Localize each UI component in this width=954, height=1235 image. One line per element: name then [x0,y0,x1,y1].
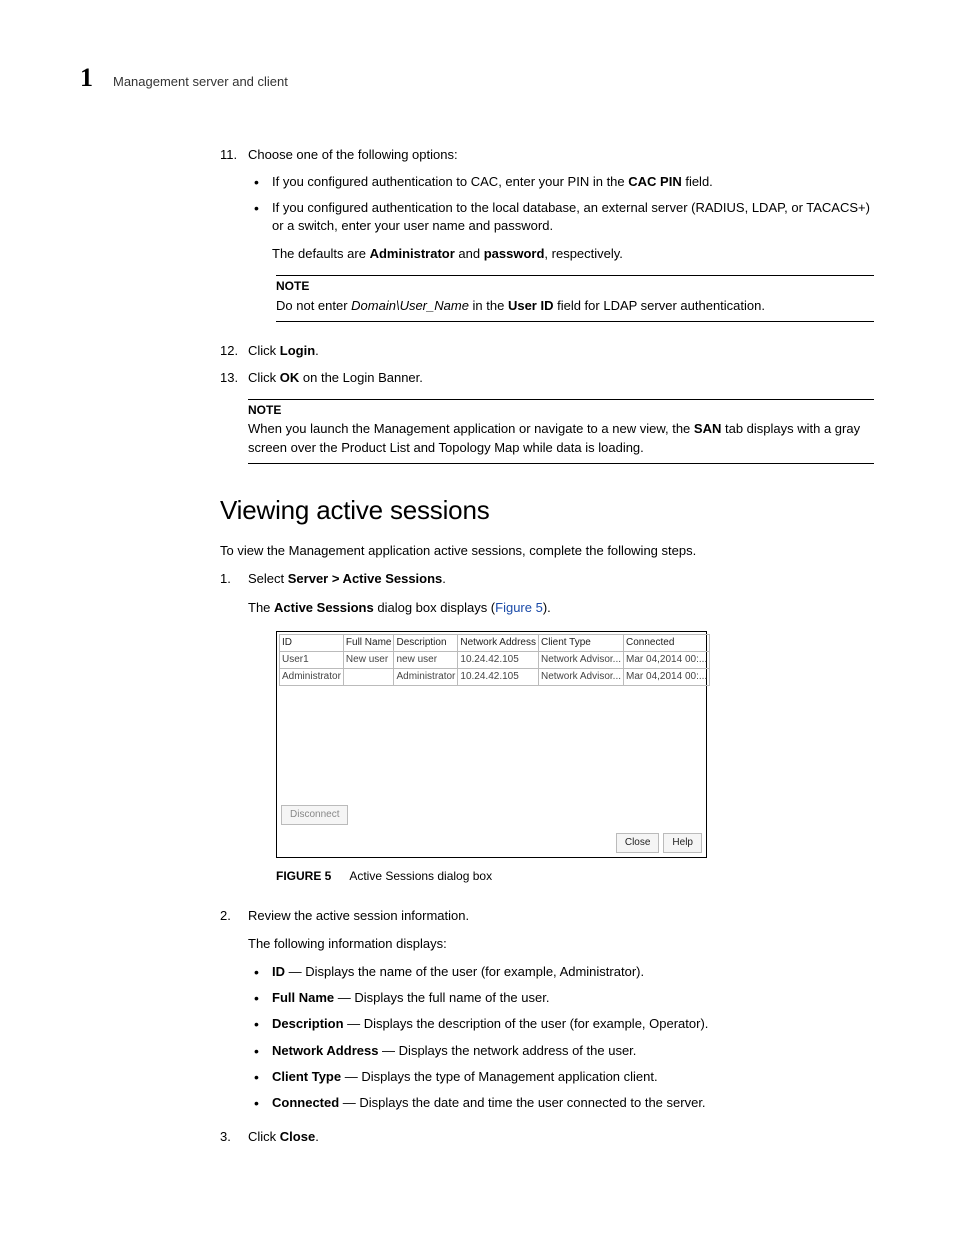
dialog-screenshot: ID Full Name Description Network Address… [276,631,707,858]
col-header: Network Address [458,634,539,651]
step-num: 2. [220,907,248,1121]
figure-5: ID Full Name Description Network Address… [276,631,874,885]
step-num: 11. [220,146,248,334]
close-button[interactable]: Close [616,833,660,853]
bullet: Full Name — Displays the full name of th… [272,989,874,1007]
bullet: Description — Displays the description o… [272,1015,874,1033]
bullet: ID — Displays the name of the user (for … [272,963,874,981]
note-title: NOTE [276,278,874,295]
chapter-number: 1 [80,60,93,96]
bullet: If you configured authentication to the … [272,199,874,235]
step-1: 1. Select Server > Active Sessions. The … [220,570,874,898]
note-block: NOTE Do not enter Domain\User_Name in th… [276,275,874,322]
step-2: 2. Review the active session information… [220,907,874,1121]
step-12: 12. Click Login. [220,342,874,360]
step-num: 1. [220,570,248,898]
step-lead: Choose one of the following options: [248,147,458,162]
disconnect-button[interactable]: Disconnect [281,805,348,825]
table-row: User1 New user new user 10.24.42.105 Net… [280,651,710,668]
bullet: Client Type — Displays the type of Manag… [272,1068,874,1086]
section-heading: Viewing active sessions [220,492,874,528]
help-button[interactable]: Help [663,833,702,853]
step-num: 12. [220,342,248,360]
col-header: Description [394,634,458,651]
bullet: Network Address — Displays the network a… [272,1042,874,1060]
step-num: 13. [220,369,248,387]
col-header: Full Name [343,634,394,651]
figure-caption: FIGURE 5Active Sessions dialog box [276,868,874,885]
chapter-name: Management server and client [113,73,288,91]
page-content: 11. Choose one of the following options:… [220,146,874,1146]
note-block: NOTE When you launch the Management appl… [248,399,874,464]
bullet: Connected — Displays the date and time t… [272,1094,874,1112]
step-num: 3. [220,1128,248,1146]
step-11: 11. Choose one of the following options:… [220,146,874,334]
bullet: If you configured authentication to CAC,… [272,173,874,191]
chapter-header: 1 Management server and client [80,60,874,96]
col-header: Client Type [538,634,623,651]
col-header: Connected [624,634,710,651]
col-header: ID [280,634,344,651]
table-header-row: ID Full Name Description Network Address… [280,634,710,651]
step-13: 13. Click OK on the Login Banner. [220,369,874,387]
step-3: 3. Click Close. [220,1128,874,1146]
section-intro: To view the Management application activ… [220,542,874,560]
table-row: Administrator Administrator 10.24.42.105… [280,668,710,685]
figure-link[interactable]: Figure 5 [495,600,543,615]
sessions-table: ID Full Name Description Network Address… [279,634,710,686]
note-title: NOTE [248,402,874,419]
